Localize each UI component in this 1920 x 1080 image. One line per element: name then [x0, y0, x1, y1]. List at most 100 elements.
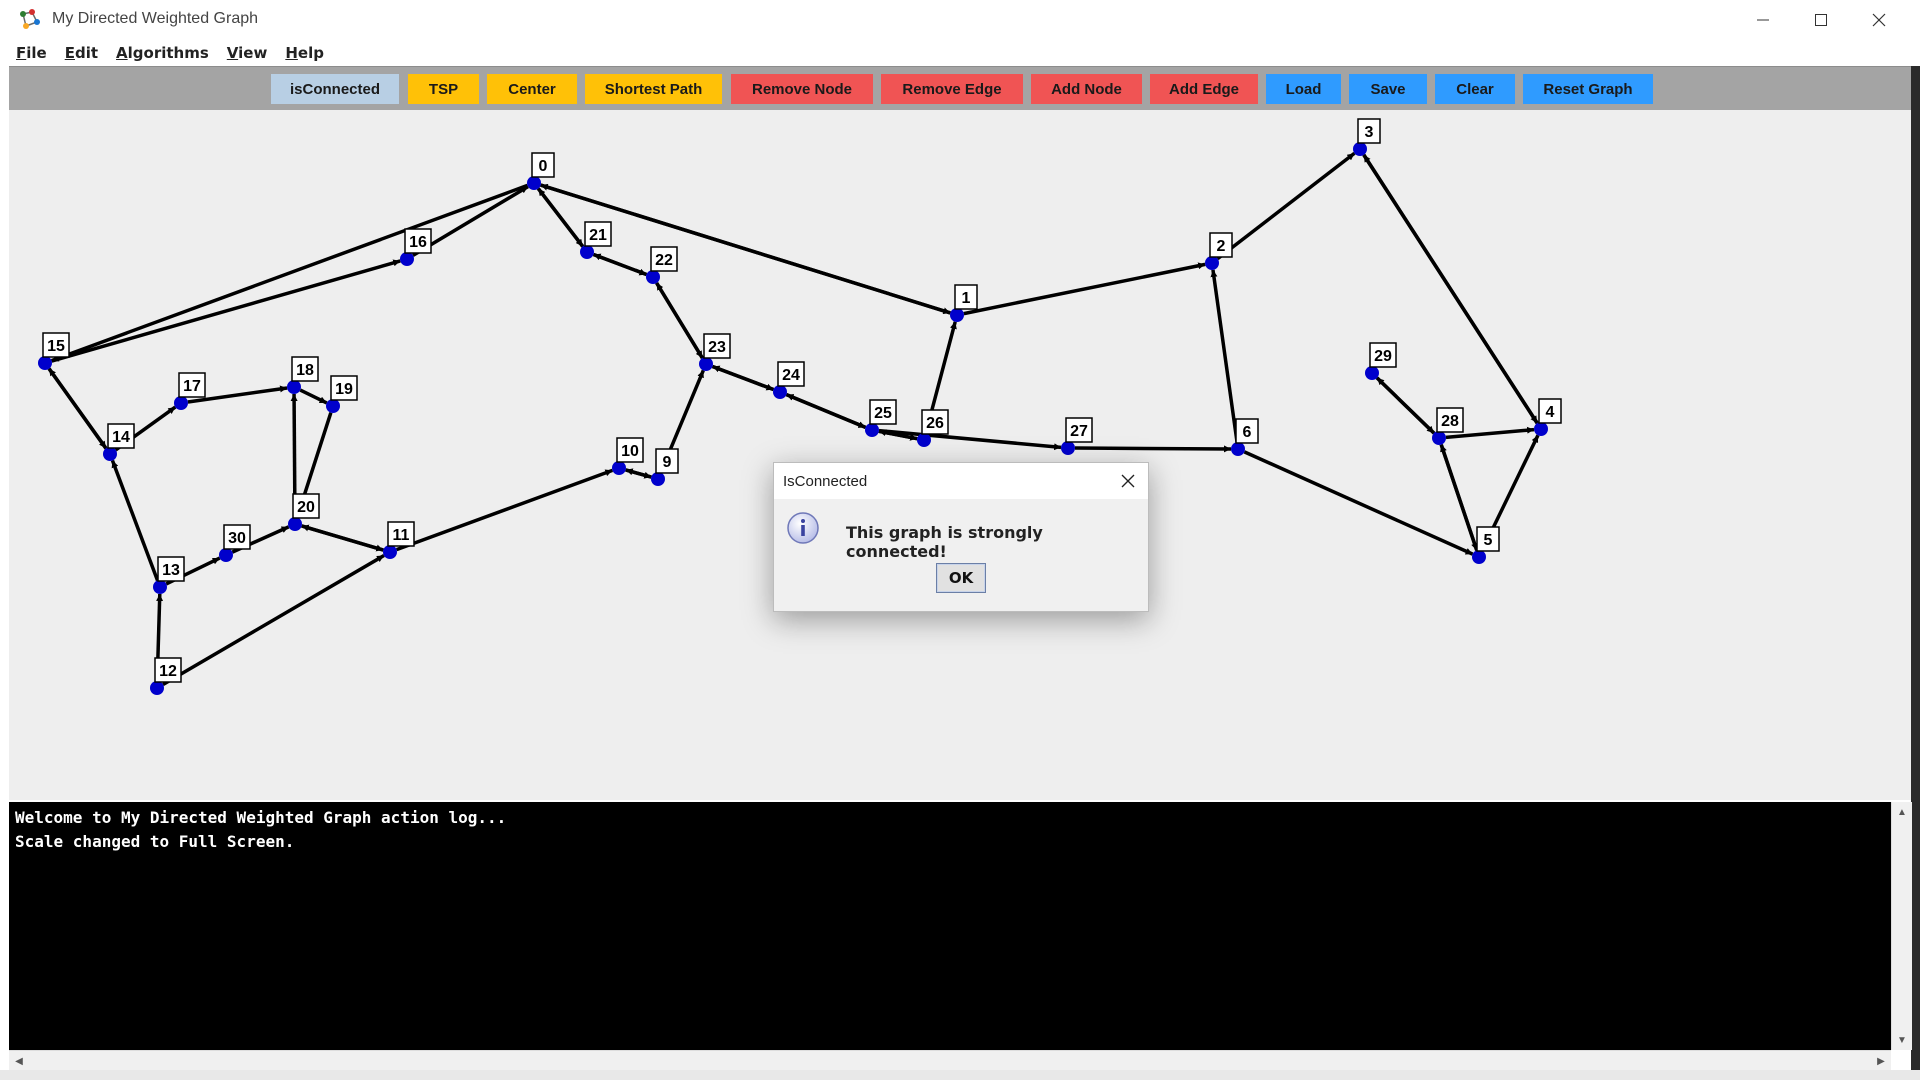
node-dot[interactable] — [383, 545, 397, 559]
log-vertical-scrollbar[interactable]: ▲ ▼ — [1891, 802, 1912, 1050]
node-dot[interactable] — [865, 423, 879, 437]
node-12[interactable]: 12 — [150, 657, 182, 695]
edge-23-22[interactable] — [655, 282, 704, 359]
node-1[interactable]: 1 — [950, 284, 978, 322]
maximize-button[interactable] — [1792, 0, 1850, 40]
node-dot[interactable] — [773, 385, 787, 399]
node-dot[interactable] — [1472, 550, 1486, 564]
node-dot[interactable] — [326, 399, 340, 413]
node-dot[interactable] — [287, 380, 301, 394]
menu-help[interactable]: Help — [285, 44, 324, 62]
graph-canvas[interactable]: 0 1 2 3 4 5 6 9 10 11 12 13 14 15 16 17 18 19 20 21 22 23 24 25… — [9, 110, 1911, 800]
log-horizontal-scrollbar[interactable]: ◀ ▶ — [9, 1050, 1891, 1071]
node-2[interactable]: 2 — [1205, 232, 1233, 270]
node-0[interactable]: 0 — [527, 152, 555, 190]
edge-12-11[interactable] — [162, 554, 385, 686]
node-16[interactable]: 16 — [400, 228, 432, 266]
node-dot[interactable] — [1432, 431, 1446, 445]
node-dot[interactable] — [174, 396, 188, 410]
node-dot[interactable] — [400, 252, 414, 266]
node-dot[interactable] — [38, 356, 52, 370]
edge-2-3[interactable] — [1216, 151, 1356, 261]
edge-27-6[interactable] — [1074, 445, 1232, 453]
node-9[interactable]: 9 — [651, 448, 679, 486]
node-dot[interactable] — [917, 433, 931, 447]
edge-28-5[interactable] — [1439, 444, 1479, 551]
remove-edge-button[interactable]: Remove Edge — [881, 74, 1023, 104]
node-dot[interactable] — [1205, 256, 1219, 270]
node-29[interactable]: 29 — [1365, 342, 1397, 380]
edge-1-0[interactable] — [540, 183, 951, 315]
node-15[interactable]: 15 — [38, 332, 70, 370]
edge-0-15[interactable] — [50, 183, 529, 363]
node-dot[interactable] — [1353, 142, 1367, 156]
edge-11-20[interactable] — [301, 524, 384, 552]
node-18[interactable]: 18 — [287, 356, 319, 394]
shortest-path-button[interactable]: Shortest Path — [585, 74, 722, 104]
edge-9-10[interactable] — [625, 468, 652, 479]
edge-24-23[interactable] — [711, 364, 775, 392]
edge-29-28[interactable] — [1375, 376, 1436, 435]
node-19[interactable]: 19 — [326, 375, 358, 413]
node-dot[interactable] — [288, 517, 302, 531]
dialog-close-button[interactable] — [1114, 467, 1142, 495]
node-dot[interactable] — [1534, 422, 1548, 436]
node-17[interactable]: 17 — [174, 372, 206, 410]
node-14[interactable]: 14 — [103, 423, 135, 461]
node-dot[interactable] — [646, 270, 660, 284]
action-log[interactable]: Welcome to My Directed Weighted Graph ac… — [9, 802, 1891, 1050]
node-dot[interactable] — [580, 245, 594, 259]
edge-1-2[interactable] — [963, 262, 1206, 316]
reset-graph-button[interactable]: Reset Graph — [1523, 74, 1653, 104]
node-11[interactable]: 11 — [383, 521, 415, 559]
edge-4-3[interactable] — [1362, 153, 1539, 425]
add-edge-button[interactable]: Add Edge — [1150, 74, 1258, 104]
node-30[interactable]: 30 — [219, 524, 251, 562]
ok-button[interactable]: OK — [936, 563, 986, 593]
node-22[interactable]: 22 — [646, 246, 678, 284]
edge-25-27[interactable] — [878, 428, 1062, 451]
scroll-right-icon[interactable]: ▶ — [1871, 1051, 1891, 1071]
node-26[interactable]: 26 — [917, 409, 949, 447]
node-dot[interactable] — [103, 447, 117, 461]
edge-15-14[interactable] — [47, 367, 108, 450]
menu-file[interactable]: File — [16, 44, 47, 62]
node-3[interactable]: 3 — [1353, 118, 1381, 156]
add-node-button[interactable]: Add Node — [1031, 74, 1142, 104]
node-dot[interactable] — [1231, 442, 1245, 456]
isconnected-button[interactable]: isConnected — [271, 74, 399, 104]
scroll-left-icon[interactable]: ◀ — [9, 1051, 29, 1071]
node-dot[interactable] — [150, 681, 164, 695]
load-button[interactable]: Load — [1266, 74, 1341, 104]
menu-algorithms[interactable]: Algorithms — [116, 44, 209, 62]
remove-node-button[interactable]: Remove Node — [731, 74, 873, 104]
node-dot[interactable] — [219, 548, 233, 562]
node-24[interactable]: 24 — [773, 361, 805, 399]
edge-11-10[interactable] — [395, 468, 614, 552]
close-window-button[interactable] — [1850, 0, 1908, 40]
tsp-button[interactable]: TSP — [408, 74, 479, 104]
menu-view[interactable]: View — [227, 44, 268, 62]
save-button[interactable]: Save — [1349, 74, 1427, 104]
node-dot[interactable] — [1061, 441, 1075, 455]
edge-6-5[interactable] — [1243, 450, 1474, 556]
edge-18-19[interactable] — [299, 388, 328, 405]
edge-22-21[interactable] — [592, 252, 648, 277]
clear-button[interactable]: Clear — [1435, 74, 1515, 104]
node-dot[interactable] — [527, 176, 541, 190]
node-dot[interactable] — [153, 580, 167, 594]
edge-15-16[interactable] — [51, 259, 401, 363]
menu-edit[interactable]: Edit — [65, 44, 98, 62]
minimize-button[interactable] — [1734, 0, 1792, 40]
node-dot[interactable] — [612, 461, 626, 475]
scroll-down-icon[interactable]: ▼ — [1892, 1030, 1912, 1050]
node-28[interactable]: 28 — [1432, 407, 1464, 445]
node-dot[interactable] — [651, 472, 665, 486]
edge-25-24[interactable] — [785, 393, 867, 429]
node-dot[interactable] — [950, 308, 964, 322]
scroll-up-icon[interactable]: ▲ — [1892, 802, 1912, 822]
node-dot[interactable] — [1365, 366, 1379, 380]
node-13[interactable]: 13 — [153, 556, 185, 594]
graph-drawing[interactable]: 0123456910111213141516171819202122232425… — [9, 110, 1911, 800]
edge-6-2[interactable] — [1210, 269, 1239, 443]
